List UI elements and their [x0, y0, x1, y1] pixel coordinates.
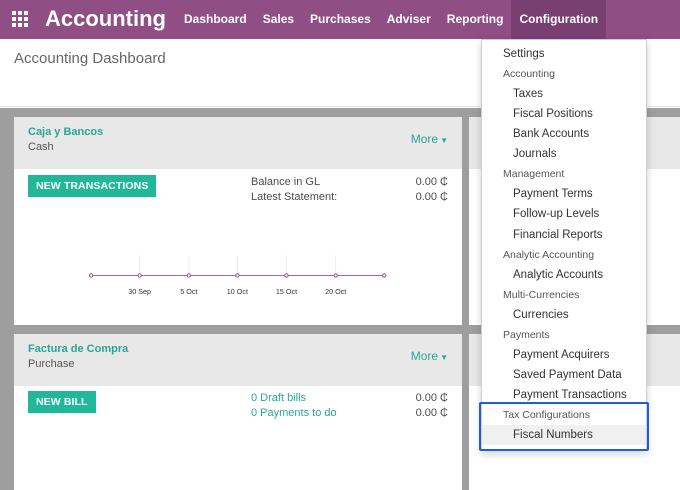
menu-item-payment-acquirers[interactable]: Payment Acquirers	[482, 345, 646, 365]
graph-tick-label: 10 Oct	[227, 287, 248, 296]
card-header: Factura de Compra Purchase More ▼	[14, 334, 462, 386]
new-transactions-button[interactable]: NEW TRANSACTIONS	[28, 175, 157, 197]
menu-header-multi-currencies: Multi-Currencies	[503, 289, 580, 301]
menu-item-payment-terms[interactable]: Payment Terms	[482, 184, 646, 204]
graph-point	[88, 273, 94, 278]
journal-name[interactable]: Caja y Bancos	[28, 126, 103, 138]
graph-point	[137, 273, 142, 278]
journal-card-purchase: Factura de Compra Purchase More ▼ NEW BIL…	[14, 334, 462, 490]
configuration-dropdown: Settings Accounting Taxes Fiscal Positio…	[481, 39, 647, 451]
new-bill-button[interactable]: NEW BILL	[28, 391, 96, 413]
card-header: Caja y Bancos Cash More ▼	[14, 117, 462, 169]
menu-item-saved-payment-data[interactable]: Saved Payment Data	[482, 365, 646, 385]
grid-icon[interactable]	[12, 11, 29, 28]
menu-item-taxes[interactable]: Taxes	[482, 84, 646, 104]
graph-tick-label: 15 Oct	[276, 287, 297, 296]
graph-point	[235, 273, 240, 278]
caret-down-icon: ▼	[440, 353, 448, 362]
more-label: More	[410, 132, 439, 146]
menu-adviser[interactable]: Adviser	[379, 0, 439, 39]
menu-item-follow-up-levels[interactable]: Follow-up Levels	[482, 204, 646, 224]
top-navbar: Accounting Dashboard Sales Purchases Adv…	[0, 0, 680, 39]
menu-reporting[interactable]: Reporting	[439, 0, 512, 39]
menu-sales[interactable]: Sales	[255, 0, 302, 39]
menu-header-payments: Payments	[503, 329, 550, 341]
graph-tick-label: 20 Oct	[325, 287, 346, 296]
menu-item-financial-reports[interactable]: Financial Reports	[482, 225, 646, 245]
menu-header-accounting: Accounting	[503, 68, 555, 80]
menu-item-analytic-accounts[interactable]: Analytic Accounts	[482, 265, 646, 285]
menu-header-management: Management	[503, 168, 565, 180]
more-label: More	[410, 349, 439, 363]
menu-header-analytic: Analytic Accounting	[503, 249, 595, 261]
graph-point	[186, 273, 191, 278]
draft-bills-link[interactable]: 0 Draft bills	[251, 392, 306, 404]
journal-card-cash: Caja y Bancos Cash More ▼ NEW TRANSACTION…	[14, 117, 462, 325]
more-dropdown[interactable]: More ▼	[411, 132, 448, 146]
latest-statement-label: Latest Statement:	[251, 191, 338, 203]
main-menu: Dashboard Sales Purchases Adviser Report…	[176, 0, 607, 39]
journal-type: Purchase	[28, 358, 75, 370]
menu-item-fiscal-positions[interactable]: Fiscal Positions	[482, 104, 646, 124]
app-title[interactable]: Accounting	[45, 5, 166, 33]
payments-to-do-link[interactable]: 0 Payments to do	[251, 407, 337, 419]
menu-purchases[interactable]: Purchases	[302, 0, 379, 39]
balance-gl-label: Balance in GL	[251, 176, 321, 188]
menu-dashboard[interactable]: Dashboard	[176, 0, 255, 39]
graph-point	[284, 273, 289, 278]
menu-item-journals[interactable]: Journals	[482, 144, 646, 164]
draft-bills-amount: 0.00 ₵	[415, 392, 448, 404]
journal-name[interactable]: Factura de Compra	[28, 343, 128, 355]
payments-to-do-amount: 0.00 ₵	[415, 407, 448, 419]
graph-point	[382, 273, 387, 278]
graph-tick-label: 30 Sep	[128, 287, 151, 296]
annotation-highlight-box	[479, 402, 649, 451]
balance-graph: 30 Sep 5 Oct 10 Oct 15 Oct 20 Oct	[88, 255, 387, 296]
caret-down-icon: ▼	[440, 136, 448, 145]
menu-configuration[interactable]: Configuration	[511, 0, 607, 39]
more-dropdown[interactable]: More ▼	[411, 349, 448, 363]
graph-point	[333, 273, 338, 278]
latest-statement-amount: 0.00 ₵	[415, 191, 448, 203]
menu-item-settings[interactable]: Settings	[482, 44, 646, 64]
journal-type: Cash	[28, 141, 54, 153]
balance-gl-amount: 0.00 ₵	[415, 176, 448, 188]
graph-tick-label: 5 Oct	[180, 287, 197, 296]
menu-item-bank-accounts[interactable]: Bank Accounts	[482, 124, 646, 144]
menu-item-currencies[interactable]: Currencies	[482, 305, 646, 325]
page-title: Accounting Dashboard	[14, 50, 166, 67]
